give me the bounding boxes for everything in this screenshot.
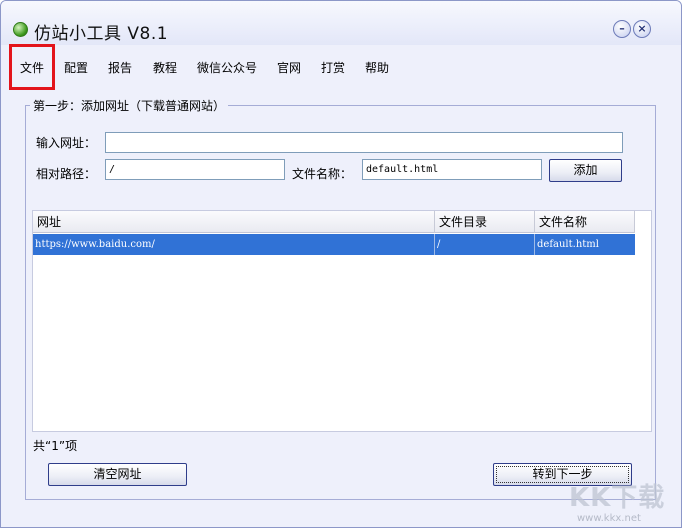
close-icon: ×	[637, 22, 647, 35]
menu-bar: 文件 配置 报告 教程 微信公众号 官网 打赏 帮助	[1, 45, 681, 87]
menu-wechat[interactable]: 微信公众号	[197, 59, 257, 76]
row-dir: /	[435, 234, 535, 255]
step-title: 第一步：添加网址（下载普通网站）	[30, 97, 229, 114]
menu-donate[interactable]: 打赏	[321, 59, 345, 76]
title-bar[interactable]: 仿站小工具 V8.1 – ×	[1, 1, 681, 45]
minimize-button[interactable]: –	[613, 20, 631, 38]
path-input[interactable]: /	[105, 159, 285, 180]
menu-highlight-box	[9, 44, 55, 90]
table-row[interactable]: https://www.baidu.com/ / default.html	[33, 234, 635, 255]
filename-label: 文件名称：	[292, 167, 353, 181]
watermark: KK下载 www.kkx.net	[569, 477, 681, 527]
col-dir[interactable]: 文件目录	[435, 211, 535, 233]
menu-help[interactable]: 帮助	[365, 59, 389, 76]
clear-urls-button[interactable]: 清空网址	[48, 463, 187, 486]
menu-tutorial[interactable]: 教程	[153, 59, 177, 76]
add-button[interactable]: 添加	[549, 159, 622, 182]
globe-icon	[13, 22, 28, 37]
col-filename[interactable]: 文件名称	[535, 211, 635, 233]
window-title: 仿站小工具 V8.1	[34, 24, 169, 44]
list-header: 网址 文件目录 文件名称	[33, 211, 635, 233]
menu-report[interactable]: 报告	[108, 59, 132, 76]
row-filename: default.html	[537, 239, 599, 250]
menu-website[interactable]: 官网	[277, 59, 301, 76]
close-button[interactable]: ×	[633, 20, 651, 38]
row-url: https://www.baidu.com/	[33, 234, 435, 255]
url-list[interactable]: 网址 文件目录 文件名称 https://www.baidu.com/ / de…	[32, 210, 652, 432]
app-window: 仿站小工具 V8.1 – × 文件 配置 报告 教程 微信公众号 官网 打赏 帮…	[0, 0, 682, 528]
path-label: 相对路径：	[36, 167, 97, 181]
url-label: 输入网址：	[36, 136, 97, 150]
watermark-logo: KK下载	[569, 483, 666, 513]
watermark-url: www.kkx.net	[577, 513, 641, 524]
col-url[interactable]: 网址	[33, 211, 435, 233]
item-count: 共“1”项	[33, 439, 78, 453]
filename-input[interactable]: default.html	[362, 159, 542, 180]
url-input[interactable]	[105, 132, 623, 153]
menu-config[interactable]: 配置	[64, 59, 88, 76]
minimize-icon: –	[619, 22, 625, 35]
